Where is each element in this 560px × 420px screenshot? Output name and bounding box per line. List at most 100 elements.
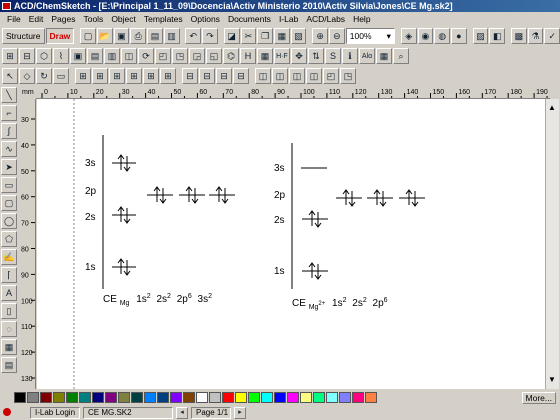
- callout-tool-icon[interactable]: ▯: [1, 303, 17, 319]
- page-prev-icon[interactable]: ◂: [176, 406, 188, 419]
- distribute-h-icon[interactable]: ⊟: [182, 68, 198, 84]
- color-swatch[interactable]: [66, 392, 78, 403]
- zoom-in-icon[interactable]: ⊕: [312, 28, 329, 44]
- explicit-h-icon[interactable]: H: [240, 48, 256, 64]
- ilab-login-button[interactable]: I-Lab Login: [30, 406, 80, 419]
- dictionary-icon[interactable]: ▩: [510, 28, 527, 44]
- calculator-icon[interactable]: ▦: [376, 48, 392, 64]
- rotate-icon[interactable]: ⟳: [138, 48, 154, 64]
- cut-icon[interactable]: ✂: [240, 28, 257, 44]
- align-center-icon[interactable]: ⊞: [92, 68, 108, 84]
- zoom-select[interactable]: 100% ▾: [345, 28, 395, 44]
- back-icon[interactable]: ◳: [340, 68, 356, 84]
- text-box-icon[interactable]: ▭: [53, 68, 69, 84]
- front-icon[interactable]: ◰: [323, 68, 339, 84]
- info-icon[interactable]: ℹ: [342, 48, 358, 64]
- menu-options[interactable]: Options: [187, 14, 224, 24]
- arrow-tool-icon[interactable]: ➤: [1, 159, 17, 175]
- color-swatch[interactable]: [222, 392, 234, 403]
- check-icon[interactable]: ◍: [434, 28, 450, 44]
- paste-icon[interactable]: ▦: [273, 28, 290, 44]
- print-icon[interactable]: ⎙: [130, 28, 147, 44]
- menu-object[interactable]: Object: [107, 14, 140, 24]
- align-middle-icon[interactable]: ⊞: [143, 68, 159, 84]
- same-width-icon[interactable]: ⊟: [216, 68, 232, 84]
- arc-tool-icon[interactable]: ∫: [1, 123, 17, 139]
- scroll-down-icon[interactable]: ▼: [548, 375, 556, 384]
- alias-icon[interactable]: Alα: [359, 48, 375, 64]
- ring-icon[interactable]: ⬡: [36, 48, 52, 64]
- color-swatch[interactable]: [105, 392, 117, 403]
- color-swatch[interactable]: [235, 392, 247, 403]
- color-swatch[interactable]: [170, 392, 182, 403]
- hf-icon[interactable]: H·F: [274, 48, 290, 64]
- same-height-icon[interactable]: ⊟: [233, 68, 249, 84]
- group-objects-icon[interactable]: ◫: [255, 68, 271, 84]
- color-swatch[interactable]: [183, 392, 195, 403]
- 3d-viewer-icon[interactable]: ◧: [489, 28, 506, 44]
- undo-icon[interactable]: ↶: [185, 28, 202, 44]
- save-icon[interactable]: ▣: [113, 28, 130, 44]
- properties-icon[interactable]: ▧: [290, 28, 307, 44]
- structure-check-icon[interactable]: ◱: [206, 48, 222, 64]
- name-icon[interactable]: ⚗: [527, 28, 544, 44]
- color-swatch[interactable]: [313, 392, 325, 403]
- color-swatch[interactable]: [118, 392, 130, 403]
- text-tool-icon[interactable]: A: [1, 285, 17, 301]
- tools-icon[interactable]: ✓: [544, 28, 560, 44]
- send-back-icon[interactable]: ◳: [172, 48, 188, 64]
- color-swatch[interactable]: [79, 392, 91, 403]
- rectangle-tool-icon[interactable]: ▭: [1, 177, 17, 193]
- menu-ilab[interactable]: I-Lab: [275, 14, 302, 24]
- menu-acdlabs[interactable]: ACD/Labs: [302, 14, 349, 24]
- bracket-tool-icon[interactable]: ⌈: [1, 267, 17, 283]
- group-icon[interactable]: ▣: [70, 48, 86, 64]
- move-icon[interactable]: ✥: [291, 48, 307, 64]
- color-swatch[interactable]: [274, 392, 286, 403]
- color-swatch[interactable]: [157, 392, 169, 403]
- smiles-icon[interactable]: S: [325, 48, 341, 64]
- rotate-select-icon[interactable]: ↻: [36, 68, 52, 84]
- color-swatch[interactable]: [339, 392, 351, 403]
- polygon-tool-icon[interactable]: ⬠: [1, 231, 17, 247]
- menu-pages[interactable]: Pages: [47, 14, 79, 24]
- bring-front-icon[interactable]: ◰: [155, 48, 171, 64]
- ungroup-objects-icon[interactable]: ◫: [272, 68, 288, 84]
- align-right-icon[interactable]: ⊞: [109, 68, 125, 84]
- grid-icon[interactable]: ▦: [257, 48, 273, 64]
- color-swatch[interactable]: [365, 392, 377, 403]
- hide-icon[interactable]: ◲: [189, 48, 205, 64]
- sort-icon[interactable]: ⇅: [308, 48, 324, 64]
- menu-tools[interactable]: Tools: [79, 14, 107, 24]
- eraser-icon[interactable]: ◪: [223, 28, 240, 44]
- table-of-groups-icon[interactable]: ⊟: [19, 48, 35, 64]
- sphere-icon[interactable]: ●: [450, 28, 467, 44]
- flip-v-icon[interactable]: ◫: [306, 68, 322, 84]
- print-preview-icon[interactable]: ▤: [147, 28, 163, 44]
- menu-edit[interactable]: Edit: [25, 14, 48, 24]
- curve-tool-icon[interactable]: ∿: [1, 141, 17, 157]
- redo-icon[interactable]: ↷: [202, 28, 218, 44]
- page-next-icon[interactable]: ▸: [234, 406, 246, 419]
- color-swatch[interactable]: [196, 392, 208, 403]
- color-swatch[interactable]: [144, 392, 156, 403]
- balloon-tool-icon[interactable]: ◌: [1, 321, 17, 337]
- color-swatch[interactable]: [287, 392, 299, 403]
- color-swatch[interactable]: [352, 392, 364, 403]
- zoom-out-icon[interactable]: ⊖: [329, 28, 345, 44]
- open-folder-icon[interactable]: 📂: [96, 28, 113, 44]
- color-swatch[interactable]: [14, 392, 26, 403]
- energy-diagram-mg[interactable]: 3s 2p 2s 1s CE Mg 1s2 2s2 2p6 3s2: [85, 135, 235, 308]
- line-tool-icon[interactable]: ╲: [1, 87, 17, 103]
- menu-file[interactable]: File: [3, 14, 25, 24]
- page-setup-icon[interactable]: ▥: [163, 28, 180, 44]
- chain-icon[interactable]: ⌇: [53, 48, 69, 64]
- color-swatch[interactable]: [300, 392, 312, 403]
- flip-icon[interactable]: ◫: [121, 48, 137, 64]
- table-tool-icon[interactable]: ▦: [1, 339, 17, 355]
- search-structure-icon[interactable]: ⌕: [393, 48, 409, 64]
- color-swatch[interactable]: [326, 392, 338, 403]
- select-arrow-icon[interactable]: ↖: [2, 68, 18, 84]
- energy-diagram-mg2plus[interactable]: 3s 2p 2s 1s CE Mg2+ 1s2 2s2 2p6: [274, 143, 425, 311]
- lasso-icon[interactable]: ◇: [19, 68, 35, 84]
